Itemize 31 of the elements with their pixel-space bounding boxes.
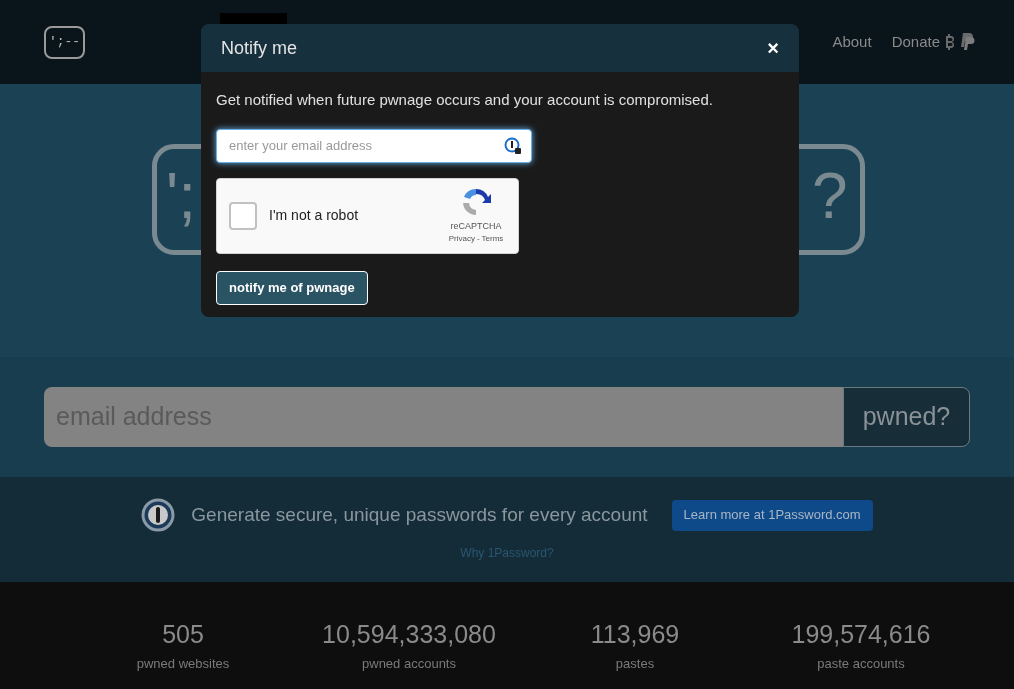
terms-link[interactable]: Terms	[481, 233, 504, 246]
dialog-description: Get notified when future pwnage occurs and your account is compromised.	[216, 90, 713, 110]
notify-button[interactable]: notify me of pwnage	[216, 270, 368, 305]
captcha-checkbox[interactable]	[229, 201, 257, 230]
hero-logo-text: ';	[166, 160, 196, 232]
stat-value: 505	[162, 619, 204, 650]
learn-more-button[interactable]: Learn more at 1Password.com	[671, 499, 873, 531]
stat-label: paste accounts	[817, 655, 905, 673]
paypal-icon	[959, 33, 975, 51]
stat-label: pastes	[615, 655, 655, 673]
bitcoin-icon	[944, 34, 955, 50]
link-separator: -	[476, 233, 480, 246]
dialog-title: Notify me	[221, 36, 298, 60]
stat-label: pwned websites	[136, 655, 230, 673]
stat-label: pwned accounts	[362, 655, 456, 673]
stat-value: 199,574,616	[791, 619, 931, 650]
email-field[interactable]: enter your email address	[216, 128, 532, 163]
captcha-brand: reCAPTCHA	[450, 219, 502, 233]
hero-logo-text: ?	[812, 160, 848, 232]
password-manager-icon	[504, 136, 522, 155]
logo[interactable]: ';--	[44, 25, 85, 59]
keyhole-icon	[141, 498, 176, 532]
pwned-button[interactable]: pwned?	[843, 387, 970, 447]
captcha-label: I'm not a robot	[269, 206, 359, 225]
nav-link[interactable]: Donate	[891, 30, 975, 54]
promo-text: Generate secure, unique passwords for every account	[191, 502, 648, 527]
close-button[interactable]: ×	[767, 33, 779, 63]
privacy-link[interactable]: Privacy	[448, 233, 475, 246]
nav-link[interactable]: About	[832, 30, 872, 54]
stat-value: 10,594,333,080	[322, 619, 496, 650]
stat-value: 113,969	[590, 619, 680, 650]
